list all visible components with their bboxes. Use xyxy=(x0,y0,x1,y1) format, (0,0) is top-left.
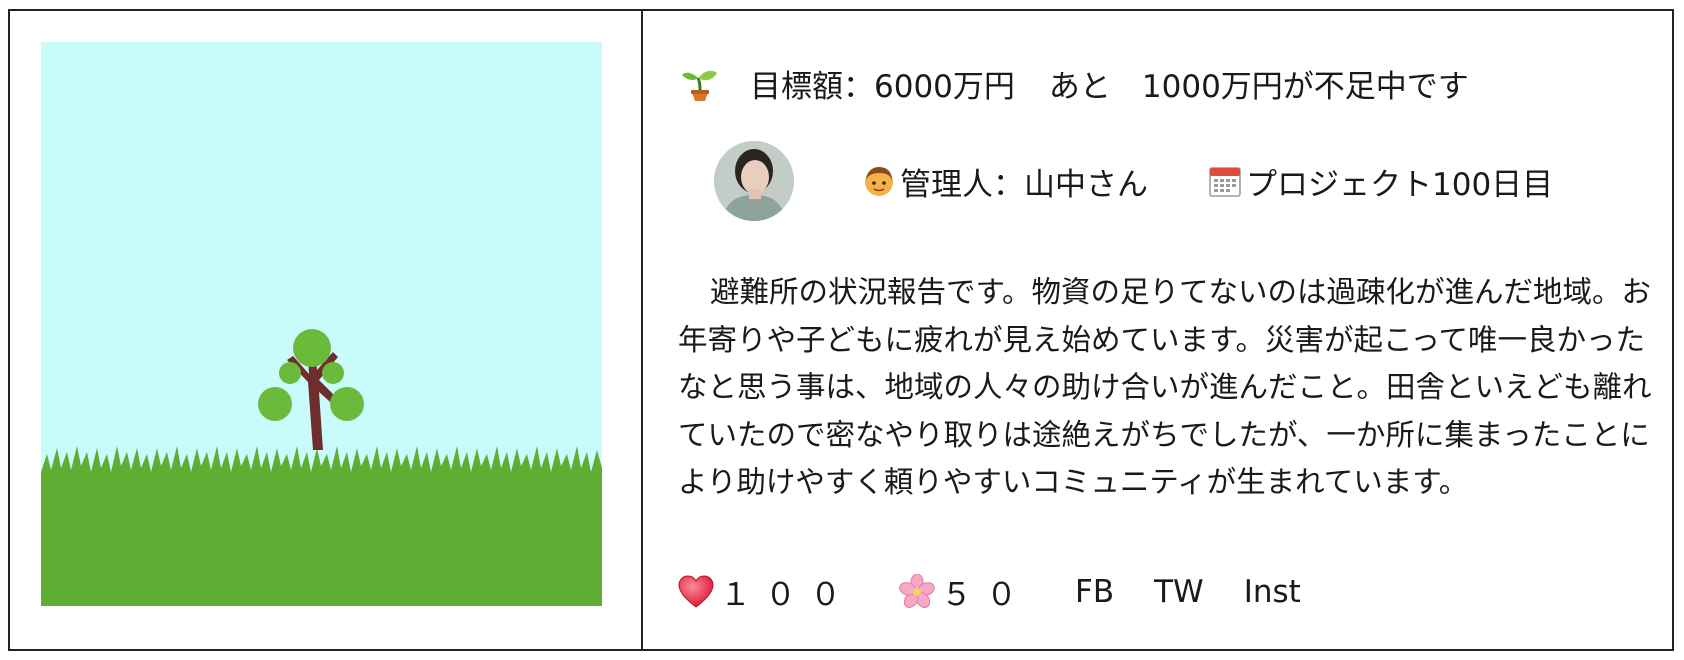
goal-amount: 目標額：6000万円 xyxy=(750,69,1015,105)
project-day-label: プロジェクト100日目 xyxy=(1246,166,1554,203)
leaf-low-left xyxy=(258,387,292,421)
manager-name: 管理人：山中さん xyxy=(900,166,1148,203)
calendar-icon xyxy=(1209,167,1241,197)
manager-label: 管理人：山中さん xyxy=(862,159,1148,204)
flower-count: ５０ xyxy=(941,577,1031,613)
heart-count: １００ xyxy=(720,577,855,613)
avatar[interactable] xyxy=(714,141,794,221)
reaction-row: １００ ５０ FB TW Inst xyxy=(678,569,1341,614)
flower-reaction-button[interactable]: ５０ xyxy=(899,569,1031,614)
tree-scene-svg xyxy=(41,42,602,606)
leaf-low-right xyxy=(330,387,364,421)
facebook-link[interactable]: FB xyxy=(1075,574,1114,610)
avatar-photo xyxy=(714,141,794,221)
heart-reaction-button[interactable]: １００ xyxy=(678,569,855,614)
tree-illustration xyxy=(41,42,602,606)
seedling-icon xyxy=(682,70,717,101)
status-report: 避難所の状況報告です。物資の足りてないのは過疎化が進んだ地域。お年寄りや子どもに… xyxy=(678,275,1652,499)
grass xyxy=(41,446,602,606)
card-divider xyxy=(641,11,643,649)
goal-shortfall: あと 1000万円が不足中です xyxy=(1048,69,1469,105)
person-face-icon xyxy=(865,167,893,196)
goal-row: 目標額：6000万円 あと 1000万円が不足中です xyxy=(680,61,1469,106)
project-day: プロジェクト100日目 xyxy=(1208,159,1553,204)
project-details: 目標額：6000万円 あと 1000万円が不足中です 管理人：山中さん プロジェ… xyxy=(670,11,1660,649)
cherry-blossom-icon xyxy=(899,573,935,608)
manager-row: 管理人：山中さん プロジェクト100日目 xyxy=(714,141,1553,221)
leaf-top xyxy=(293,329,331,367)
twitter-link[interactable]: TW xyxy=(1154,574,1204,610)
heart-icon xyxy=(678,574,714,608)
instagram-link[interactable]: Inst xyxy=(1244,574,1301,610)
leaf-mid-left xyxy=(279,362,301,384)
leaf-mid-right xyxy=(322,362,344,384)
project-card: 目標額：6000万円 あと 1000万円が不足中です 管理人：山中さん プロジェ… xyxy=(8,9,1674,651)
